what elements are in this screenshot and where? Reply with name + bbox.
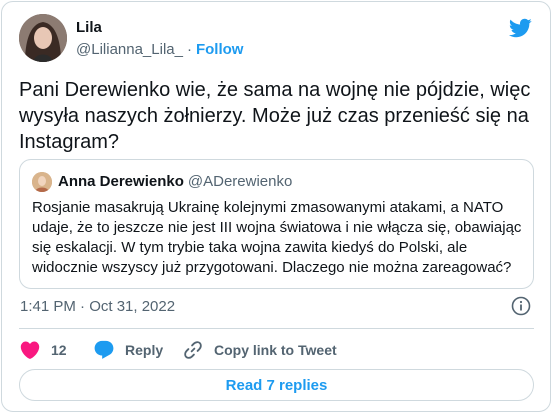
- quoted-author-name: Anna Derewienko: [58, 173, 184, 190]
- quoted-tweet-text: Rosjanie masakrują Ukrainę kolejnymi zma…: [32, 199, 522, 276]
- author-avatar[interactable]: [19, 14, 67, 62]
- link-icon: [184, 341, 202, 359]
- author-handle-row: @Lilianna_Lila_ · Follow: [76, 41, 243, 58]
- like-count: 12: [51, 342, 67, 358]
- heart-icon: [20, 341, 40, 359]
- author-handle[interactable]: @Lilianna_Lila_: [76, 41, 183, 58]
- tweet-embed-card: Lila @Lilianna_Lila_ · Follow Pani Derewie…: [1, 1, 551, 412]
- read-replies-button[interactable]: Read 7 replies: [19, 369, 534, 401]
- twitter-bird-icon[interactable]: [508, 16, 532, 40]
- quoted-author-row: Anna Derewienko @ADerewienko: [58, 173, 292, 190]
- tweet-text: Pani Derewienko wie, że sama na wojnę ni…: [19, 79, 531, 153]
- copy-link-button[interactable]: Copy link to Tweet: [182, 338, 337, 362]
- like-button[interactable]: 12: [19, 338, 67, 362]
- reply-label: Reply: [125, 342, 164, 358]
- reply-button[interactable]: Reply: [93, 338, 163, 362]
- author-name[interactable]: Lila: [76, 19, 102, 36]
- copy-link-label: Copy link to Tweet: [214, 342, 337, 358]
- reply-bubble-icon: [94, 340, 114, 359]
- quoted-author-handle: @ADerewienko: [187, 173, 293, 190]
- tweet-timestamp[interactable]: 1:41 PM · Oct 31, 2022: [20, 298, 175, 315]
- follow-button[interactable]: Follow: [196, 41, 244, 58]
- quoted-author-avatar: [32, 172, 52, 192]
- separator-dot: ·: [186, 41, 192, 58]
- info-icon[interactable]: [511, 296, 531, 316]
- divider: [19, 328, 534, 329]
- quoted-tweet[interactable]: Anna Derewienko @ADerewienko Rosjanie mas…: [19, 159, 534, 289]
- action-bar: 12 Reply Copy link to Tweet: [19, 338, 534, 362]
- avatar-image: [19, 14, 67, 62]
